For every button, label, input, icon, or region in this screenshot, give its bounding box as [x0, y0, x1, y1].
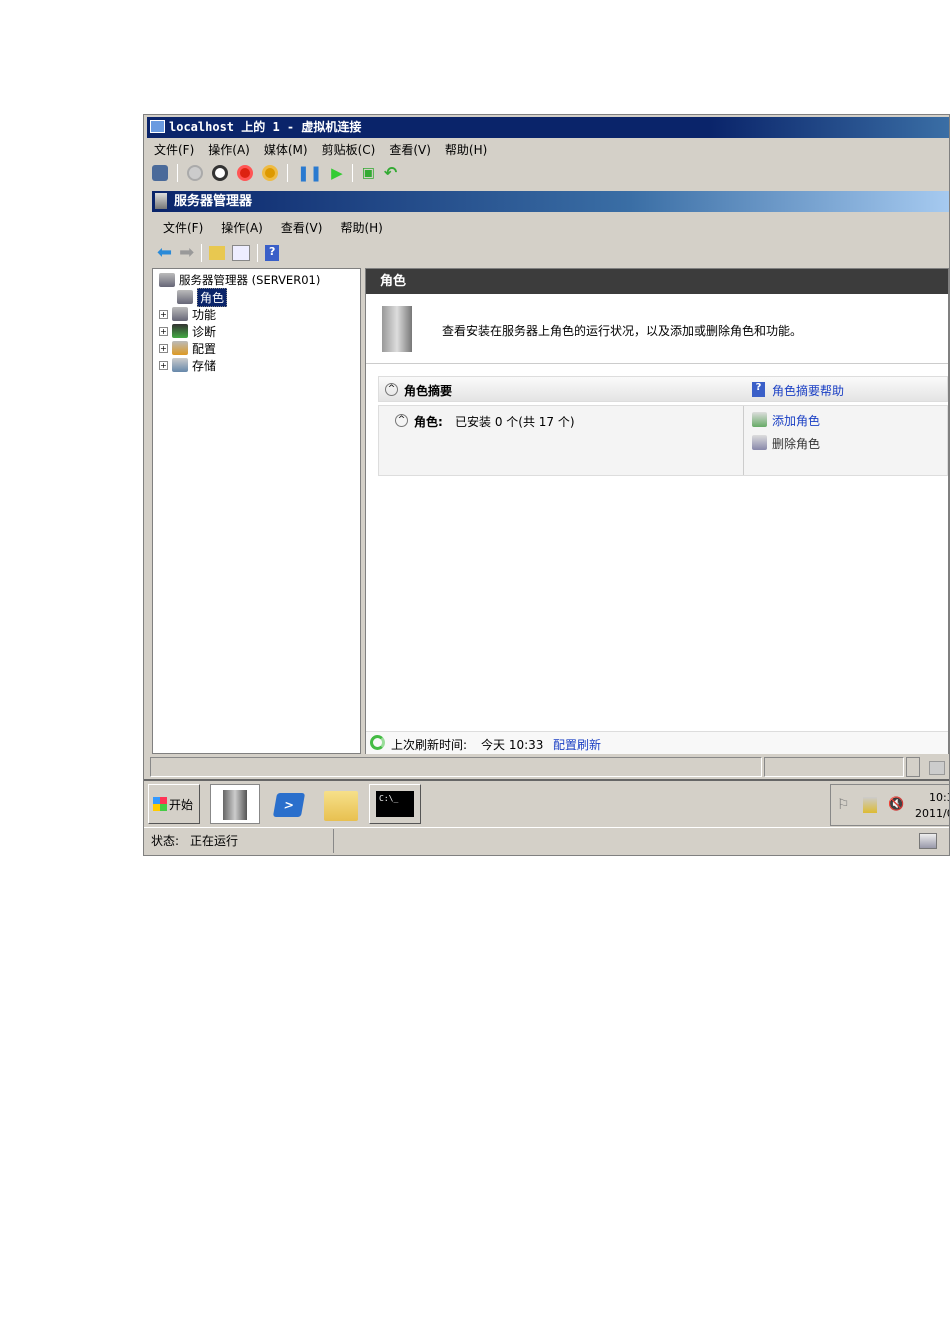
collapse-icon[interactable]: ^ [395, 414, 408, 427]
up-folder-icon[interactable] [209, 245, 226, 260]
vm-status-label: 状态: [151, 834, 180, 848]
volume-muted-icon[interactable]: 🔇 [888, 797, 904, 812]
server-manager-title: 服务器管理器 [174, 194, 253, 209]
start-label: 开始 [169, 797, 194, 812]
windows-logo-icon [153, 797, 167, 811]
save-icon[interactable] [262, 164, 278, 181]
description-area: 查看安装在服务器上角色的运行状况，以及添加或删除角色和功能。 [366, 294, 948, 364]
clock-date: 2011/0 [915, 807, 950, 820]
vm-menu-view[interactable]: 查看(V) [389, 141, 431, 158]
configuration-icon [172, 341, 188, 355]
vm-toolbar: ❚❚ ▶ ▣ ↶ [152, 163, 397, 182]
forward-arrow-icon[interactable]: ➡ [179, 242, 194, 263]
notification-area: ⚐ 🔇 10:3 2011/0 [830, 784, 950, 826]
roles-summary: 已安装 0 个(共 17 个) [455, 415, 575, 429]
clock-time: 10:3 [929, 791, 949, 804]
refresh-footer: 上次刷新时间: 今天 10:33 配置刷新 [366, 731, 948, 754]
vm-menu-action[interactable]: 操作(A) [208, 141, 250, 158]
tree-root[interactable]: 服务器管理器 (SERVER01) [159, 272, 320, 288]
cmd-icon: C:\_ [376, 791, 414, 817]
back-arrow-icon[interactable]: ⬅ [157, 242, 172, 263]
roles-summary-help-link[interactable]: 角色摘要帮助 [772, 382, 844, 399]
sm-menu-view[interactable]: 查看(V) [281, 219, 323, 236]
turn-off-icon[interactable] [212, 164, 228, 181]
expand-icon[interactable]: + [159, 326, 168, 336]
vm-monitor-icon [150, 120, 165, 133]
start-icon[interactable] [187, 164, 203, 181]
sm-menu-bar: 文件(F) 操作(A) 查看(V) 帮助(H) [163, 219, 383, 236]
server-icon [159, 273, 175, 287]
vm-menu-file[interactable]: 文件(F) [154, 141, 194, 158]
configure-refresh-link[interactable]: 配置刷新 [553, 736, 601, 753]
status-bar-pane [764, 757, 904, 777]
refresh-label: 上次刷新时间: [391, 738, 468, 752]
navigation-tree: 服务器管理器 (SERVER01) 角色 + 功能 + 诊断 + 配置 + 存储 [152, 268, 361, 754]
start-button[interactable]: 开始 [148, 784, 200, 824]
resume-icon[interactable]: ▶ [331, 164, 343, 182]
section-title: 角色摘要 [404, 384, 453, 398]
revert-icon[interactable]: ↶ [384, 163, 397, 182]
vm-title-bar: localhost 上的 1 - 虚拟机连接 [147, 117, 949, 138]
sm-toolbar: ⬅ ➡ ? [157, 242, 280, 263]
diagnostics-icon [172, 324, 188, 338]
collapse-icon[interactable]: ^ [385, 383, 398, 396]
remove-roles-link[interactable]: 删除角色 [772, 435, 820, 452]
sm-menu-action[interactable]: 操作(A) [221, 219, 263, 236]
keyboard-icon [929, 761, 945, 775]
remove-role-icon [752, 435, 767, 450]
vm-menu-bar: 文件(F) 操作(A) 媒体(M) 剪贴板(C) 查看(V) 帮助(H) [154, 141, 487, 158]
snapshot-icon[interactable]: ▣ [362, 165, 375, 181]
tree-item-features[interactable]: + 功能 [159, 306, 216, 322]
roles-server-icon [382, 306, 412, 352]
roles-icon [177, 290, 193, 304]
storage-icon [172, 358, 188, 372]
roles-summary-header[interactable]: ^ 角色摘要 ? 角色摘要帮助 [378, 376, 948, 402]
features-icon [172, 307, 188, 321]
status-bar-pane [150, 757, 762, 777]
expand-icon[interactable]: + [159, 343, 168, 353]
explorer-folder-icon[interactable] [324, 791, 358, 821]
expand-icon[interactable]: + [159, 309, 168, 319]
pane-header: 角色 [366, 269, 948, 294]
server-manager-title-bar: 服务器管理器 [152, 191, 949, 212]
help-icon[interactable]: ? [265, 244, 280, 261]
show-hide-tree-icon[interactable] [232, 244, 251, 261]
disk-icon [919, 833, 937, 849]
roles-box: ^ 角色: 已安装 0 个(共 17 个) 添加角色 删除角色 [378, 405, 948, 476]
tree-item-configuration[interactable]: + 配置 [159, 340, 216, 356]
sm-menu-help[interactable]: 帮助(H) [340, 219, 382, 236]
roles-label: 角色: [414, 415, 443, 429]
network-warning-icon[interactable] [863, 797, 877, 813]
powershell-icon[interactable]: > [272, 793, 306, 817]
taskbar-server-manager[interactable] [210, 784, 260, 824]
server-manager-icon [155, 193, 167, 209]
add-role-icon [752, 412, 767, 427]
refresh-icon [370, 735, 385, 750]
taskbar-cmd[interactable]: C:\_ [369, 784, 421, 824]
vm-menu-help[interactable]: 帮助(H) [445, 141, 487, 158]
tree-item-diagnostics[interactable]: + 诊断 [159, 323, 216, 339]
vm-title: localhost 上的 1 - 虚拟机连接 [169, 120, 362, 134]
help-icon: ? [752, 382, 765, 397]
vm-menu-media[interactable]: 媒体(M) [264, 141, 308, 158]
description-text: 查看安装在服务器上角色的运行状况，以及添加或删除角色和功能。 [442, 324, 803, 338]
tree-item-roles[interactable]: 角色 [177, 287, 228, 307]
flag-icon[interactable]: ⚐ [837, 797, 850, 813]
vm-connection-window: localhost 上的 1 - 虚拟机连接 文件(F) 操作(A) 媒体(M)… [143, 114, 950, 856]
server-manager-icon [223, 790, 247, 820]
ctrl-alt-del-icon[interactable] [152, 164, 168, 181]
vm-menu-clipboard[interactable]: 剪贴板(C) [322, 141, 376, 158]
status-bar-pane [906, 757, 920, 777]
refresh-time: 今天 10:33 [481, 738, 544, 752]
add-roles-link[interactable]: 添加角色 [772, 412, 820, 429]
shutdown-icon[interactable] [237, 164, 253, 181]
vm-status-value: 正在运行 [190, 834, 239, 848]
expand-icon[interactable]: + [159, 360, 168, 370]
pause-icon[interactable]: ❚❚ [297, 164, 322, 182]
tree-item-storage[interactable]: + 存储 [159, 357, 216, 373]
details-pane: 角色 查看安装在服务器上角色的运行状况，以及添加或删除角色和功能。 ^ 角色摘要… [365, 268, 949, 754]
sm-menu-file[interactable]: 文件(F) [163, 219, 203, 236]
